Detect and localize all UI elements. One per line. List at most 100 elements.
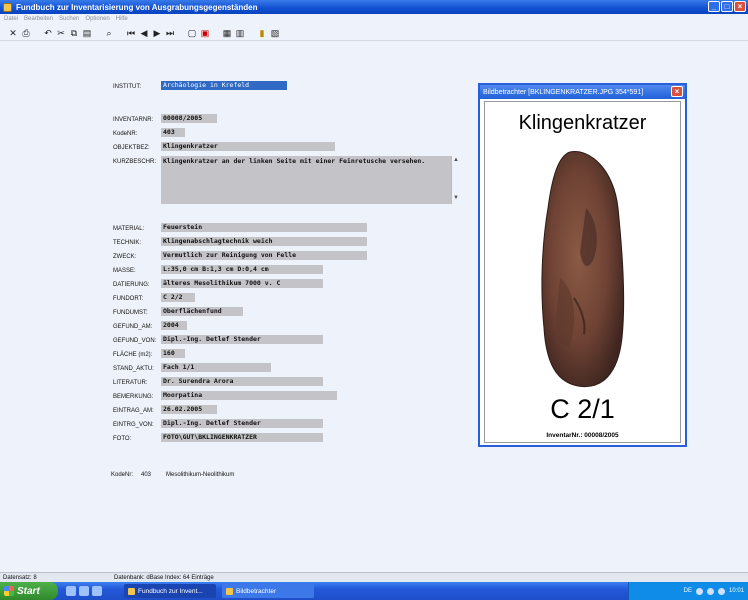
field-flaeche[interactable]: 160 — [161, 349, 185, 358]
system-tray: DE 10:01 — [628, 582, 748, 600]
field-gefund-von[interactable]: Dipl.-Ing. Detlef Stender — [161, 335, 323, 344]
next-record-icon[interactable]: ▶ — [152, 28, 162, 38]
footer-period: Mesolithikum-Neolithikum — [166, 472, 235, 478]
security-icon[interactable] — [717, 587, 725, 595]
print-icon[interactable]: ⎙ — [21, 28, 31, 38]
label-inventarnr: INVENTARNR: — [113, 117, 154, 123]
undo-icon[interactable]: ↶ — [43, 28, 53, 38]
field-institut[interactable]: Archäologie in Krefeld — [161, 81, 287, 90]
viewer-close-button[interactable]: × — [671, 86, 683, 97]
status-db-info: Datenbank: dBase Index: 64 Einträge — [114, 574, 214, 581]
field-eintrg-von[interactable]: Dipl.-Ing. Detlef Stender — [161, 419, 323, 428]
status-record: Datensatz: 8 — [3, 574, 37, 581]
viewer-title: Bildbetrachter [BKLINGENKRATZER.JPG 354*… — [480, 85, 685, 99]
field-kurzbeschr[interactable]: Klingenkratzer an der linken Seite mit e… — [161, 156, 451, 204]
label-gefund-von: GEFUND_VON: — [113, 338, 157, 344]
footer-kode-value: 403 — [141, 472, 152, 478]
label-stand-aktu: STAND_AKTU: — [113, 366, 154, 372]
new-record-icon[interactable]: ▢ — [187, 28, 197, 38]
menu-bearbeiten[interactable]: Bearbeiten — [24, 16, 53, 22]
close-icon[interactable]: ✕ — [8, 28, 18, 38]
field-zweck[interactable]: Vermutlich zur Reinigung von Felle — [161, 251, 367, 260]
copy-icon[interactable]: ⧉ — [69, 28, 79, 38]
app-icon — [3, 2, 12, 12]
label-eintrg-von: EINTRG_VON: — [113, 422, 154, 428]
label-foto: FOTO: — [113, 436, 132, 442]
field-kodenr[interactable]: 403 — [161, 128, 185, 137]
taskbar-item-bildbetrachter[interactable]: Bildbetrachter — [222, 584, 314, 598]
field-fundumst[interactable]: Oberflächenfund — [161, 307, 243, 316]
table-icon[interactable]: ▥ — [235, 28, 245, 38]
volume-icon[interactable] — [706, 587, 714, 595]
label-fundort: FUNDORT: — [113, 296, 144, 302]
menu-hilfe[interactable]: Hilfe — [116, 16, 128, 22]
label-flaeche: FLÄCHE (m2): — [113, 352, 153, 358]
label-material: MATERIAL: — [113, 226, 145, 232]
find-icon[interactable]: ⌕ — [104, 28, 114, 38]
field-datierung[interactable]: älteres Mesolithikum 7000 v. C — [161, 279, 323, 288]
label-gefund-am: GEFUND_AM: — [113, 324, 153, 330]
field-foto[interactable]: FOTO\GUT\BKLINGENKRATZER — [161, 433, 323, 442]
show-desktop-icon[interactable] — [66, 586, 76, 596]
status-bar: Datensatz: 8 Datenbank: dBase Index: 64 … — [0, 572, 748, 582]
field-fundort[interactable]: C 2/2 — [161, 293, 195, 302]
network-icon[interactable] — [695, 587, 703, 595]
folder-icon[interactable] — [79, 586, 89, 596]
field-stand-aktu[interactable]: Fach 1/1 — [161, 363, 271, 372]
record-form: INSTITUT: Archäologie in Krefeld INVENTA… — [0, 42, 470, 572]
toolbar: ✕ ⎙ ↶ ✂ ⧉ ▤ ⌕ ⏮ ◀ ▶ ⏭ ▢ ▣ ▦ ▥ ▮ ▧ — [0, 25, 748, 41]
taskbar: Start Fundbuch zur Invent... Bildbetrach… — [0, 582, 748, 600]
scroll-up-icon[interactable]: ▲ — [452, 156, 460, 164]
delete-record-icon[interactable]: ▣ — [200, 28, 210, 38]
media-icon[interactable] — [92, 586, 102, 596]
clock: 10:01 — [728, 588, 744, 594]
label-bemerkung: BEMERKUNG: — [113, 394, 154, 400]
artifact-inventar-line: InventarNr.: 00008/2005 — [546, 432, 619, 439]
label-datierung: DATIERUNG: — [113, 282, 150, 288]
field-masse[interactable]: L:35,0 cm B:1,3 cm D:0,4 cm — [161, 265, 323, 274]
previous-record-icon[interactable]: ◀ — [139, 28, 149, 38]
artifact-heading: Klingenkratzer — [518, 112, 647, 134]
close-window-button[interactable]: × — [734, 1, 746, 12]
menu-optionen[interactable]: Optionen — [85, 16, 109, 22]
kurzbeschr-scrollbar[interactable]: ▲ ▼ — [451, 156, 460, 204]
app-icon — [226, 587, 233, 595]
maximize-button[interactable]: □ — [721, 1, 733, 12]
paste-icon[interactable]: ▤ — [82, 28, 92, 38]
field-gefund-am[interactable]: 2004 — [161, 321, 187, 330]
notes-icon[interactable]: ▮ — [257, 28, 267, 38]
title-bar: Fundbuch zur Inventarisierung von Ausgra… — [0, 0, 748, 14]
image-icon[interactable]: ▦ — [222, 28, 232, 38]
label-literatur: LITERATUR: — [113, 380, 148, 386]
menu-datei[interactable]: Datei — [4, 16, 18, 22]
window-title: Fundbuch zur Inventarisierung von Ausgra… — [16, 2, 258, 12]
field-eintrag-am[interactable]: 26.02.2005 — [161, 405, 217, 414]
label-eintrag-am: EINTRAG_AM: — [113, 408, 154, 414]
language-indicator[interactable]: DE — [684, 588, 692, 594]
label-institut: INSTITUT: — [113, 84, 141, 90]
task2-label: Bildbetrachter — [236, 587, 277, 595]
cut-icon[interactable]: ✂ — [56, 28, 66, 38]
scroll-down-icon[interactable]: ▼ — [452, 194, 460, 202]
start-button[interactable]: Start — [0, 582, 58, 600]
windows-logo-icon — [4, 586, 14, 596]
app-icon — [128, 587, 135, 595]
label-objektbez: OBJEKTBEZ: — [113, 145, 150, 151]
field-material[interactable]: Feuerstein — [161, 223, 367, 232]
label-kodenr: KodeNR: — [113, 131, 138, 137]
first-record-icon[interactable]: ⏮ — [126, 28, 136, 38]
minimize-button[interactable]: _ — [708, 1, 720, 12]
last-record-icon[interactable]: ⏭ — [165, 28, 175, 38]
field-inventarnr[interactable]: 00008/2005 — [161, 114, 217, 123]
field-objektbez[interactable]: Klingenkratzer — [161, 142, 335, 151]
label-zweck: ZWECK: — [113, 254, 137, 260]
field-literatur[interactable]: Dr. Surendra Arora — [161, 377, 323, 386]
artifact-photo — [541, 151, 625, 388]
menu-bar: Datei Bearbeiten Suchen Optionen Hilfe — [0, 14, 748, 24]
field-bemerkung[interactable]: Moorpatina — [161, 391, 337, 400]
image-viewer-window: Bildbetrachter [BKLINGENKRATZER.JPG 354*… — [478, 83, 687, 447]
menu-suchen[interactable]: Suchen — [59, 16, 79, 22]
taskbar-item-fundbuch[interactable]: Fundbuch zur Invent... — [124, 584, 216, 598]
field-technik[interactable]: Klingenabschlagtechnik weich — [161, 237, 367, 246]
export-icon[interactable]: ▧ — [270, 28, 280, 38]
